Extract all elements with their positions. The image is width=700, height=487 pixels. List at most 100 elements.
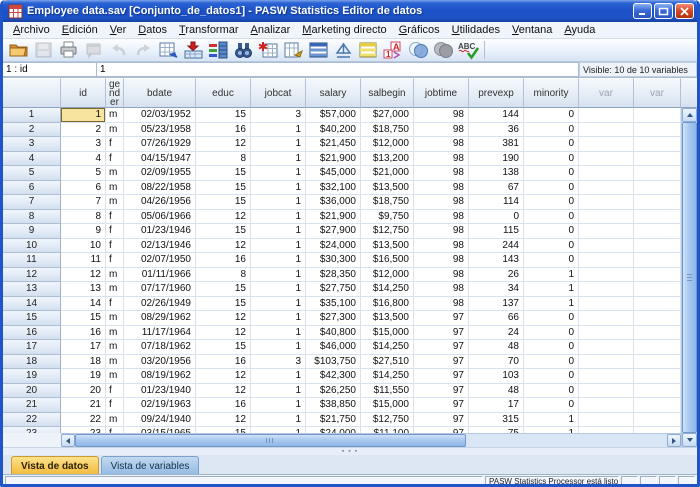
- cell-var2[interactable]: [634, 137, 681, 152]
- cell-salary[interactable]: $36,000: [306, 195, 361, 210]
- variables-icon[interactable]: [206, 40, 231, 61]
- menu-archivo[interactable]: Archivo: [7, 23, 56, 37]
- cell-salbegin[interactable]: $12,750: [361, 224, 414, 239]
- cell-var2[interactable]: [634, 297, 681, 312]
- cell-minority[interactable]: 0: [524, 108, 579, 123]
- row-header[interactable]: 20: [3, 384, 61, 399]
- row-header[interactable]: 13: [3, 282, 61, 297]
- cell-bdate[interactable]: 05/23/1958: [124, 123, 196, 138]
- cell-prevexp[interactable]: 36: [469, 123, 524, 138]
- cell-educ[interactable]: 12: [196, 311, 251, 326]
- cell-gender[interactable]: f: [106, 210, 124, 225]
- pane-splitter[interactable]: ▪ ▪ ▪: [3, 447, 697, 455]
- row-header[interactable]: 9: [3, 224, 61, 239]
- row-header[interactable]: 6: [3, 181, 61, 196]
- cell-bdate[interactable]: 08/29/1962: [124, 311, 196, 326]
- vertical-scrollbar[interactable]: [681, 108, 697, 447]
- cell-prevexp[interactable]: 114: [469, 195, 524, 210]
- cell-gender[interactable]: m: [106, 326, 124, 341]
- cell-minority[interactable]: 0: [524, 239, 579, 254]
- cell-var1[interactable]: [579, 210, 634, 225]
- cell-var1[interactable]: [579, 108, 634, 123]
- spell-check-icon[interactable]: ABC: [456, 40, 481, 61]
- cell-educ[interactable]: 15: [196, 340, 251, 355]
- column-header-educ[interactable]: educ: [196, 78, 251, 108]
- horizontal-scrollbar[interactable]: [61, 433, 681, 447]
- cell-id[interactable]: 2: [61, 123, 106, 138]
- cell-jobcat[interactable]: 3: [251, 355, 306, 370]
- cell-jobcat[interactable]: 1: [251, 137, 306, 152]
- cell-id[interactable]: 11: [61, 253, 106, 268]
- cell-jobcat[interactable]: 1: [251, 239, 306, 254]
- cell-salary[interactable]: $38,850: [306, 398, 361, 413]
- cell-var1[interactable]: [579, 239, 634, 254]
- cell-jobtime[interactable]: 98: [414, 195, 469, 210]
- cell-jobtime[interactable]: 98: [414, 123, 469, 138]
- row-header[interactable]: 1: [3, 108, 61, 123]
- cell-prevexp[interactable]: 48: [469, 340, 524, 355]
- column-header-jobtime[interactable]: jobtime: [414, 78, 469, 108]
- cell-minority[interactable]: 1: [524, 282, 579, 297]
- cell-var1[interactable]: [579, 166, 634, 181]
- cell-id[interactable]: 5: [61, 166, 106, 181]
- cell-salary[interactable]: $57,000: [306, 108, 361, 123]
- cell-prevexp[interactable]: 70: [469, 355, 524, 370]
- cell-bdate[interactable]: 04/15/1947: [124, 152, 196, 167]
- cell-var2[interactable]: [634, 195, 681, 210]
- cell-var2[interactable]: [634, 384, 681, 399]
- cell-jobtime[interactable]: 97: [414, 311, 469, 326]
- menu-ventana[interactable]: Ventana: [506, 23, 558, 37]
- column-header-var2[interactable]: var: [634, 78, 681, 108]
- cell-salbegin[interactable]: $12,000: [361, 137, 414, 152]
- row-header[interactable]: 22: [3, 413, 61, 428]
- cell-id[interactable]: 1: [61, 108, 106, 123]
- cell-jobcat[interactable]: 1: [251, 224, 306, 239]
- cell-prevexp[interactable]: 190: [469, 152, 524, 167]
- cell-educ[interactable]: 16: [196, 253, 251, 268]
- row-header[interactable]: 15: [3, 311, 61, 326]
- scroll-up-arrow[interactable]: [682, 108, 697, 122]
- cell-minority[interactable]: 1: [524, 268, 579, 283]
- cell-gender[interactable]: f: [106, 239, 124, 254]
- cell-salbegin[interactable]: $9,750: [361, 210, 414, 225]
- cell-bdate[interactable]: 03/20/1956: [124, 355, 196, 370]
- close-button[interactable]: [675, 3, 694, 19]
- row-header[interactable]: 8: [3, 210, 61, 225]
- cell-var1[interactable]: [579, 224, 634, 239]
- value-labels-icon[interactable]: A1: [381, 40, 406, 61]
- cell-salary[interactable]: $35,100: [306, 297, 361, 312]
- cell-minority[interactable]: 0: [524, 137, 579, 152]
- cell-salary[interactable]: $26,250: [306, 384, 361, 399]
- cell-jobcat[interactable]: 1: [251, 297, 306, 312]
- cell-minority[interactable]: 0: [524, 195, 579, 210]
- cell-salary[interactable]: $27,900: [306, 224, 361, 239]
- cell-var1[interactable]: [579, 137, 634, 152]
- cell-bdate[interactable]: 09/24/1940: [124, 413, 196, 428]
- cell-var2[interactable]: [634, 340, 681, 355]
- cell-jobtime[interactable]: 98: [414, 297, 469, 312]
- cell-prevexp[interactable]: 24: [469, 326, 524, 341]
- cell-minority[interactable]: 0: [524, 181, 579, 196]
- cell-prevexp[interactable]: 103: [469, 369, 524, 384]
- cell-jobtime[interactable]: 98: [414, 224, 469, 239]
- cell-var2[interactable]: [634, 398, 681, 413]
- cell-salary[interactable]: $42,300: [306, 369, 361, 384]
- cell-bdate[interactable]: 01/11/1966: [124, 268, 196, 283]
- cell-educ[interactable]: 12: [196, 384, 251, 399]
- cell-var1[interactable]: [579, 123, 634, 138]
- cell-prevexp[interactable]: 34: [469, 282, 524, 297]
- cell-prevexp[interactable]: 0: [469, 210, 524, 225]
- cell-gender[interactable]: m: [106, 369, 124, 384]
- cell-jobtime[interactable]: 98: [414, 210, 469, 225]
- cell-salary[interactable]: $45,000: [306, 166, 361, 181]
- cell-bdate[interactable]: 02/13/1946: [124, 239, 196, 254]
- cell-salbegin[interactable]: $11,550: [361, 384, 414, 399]
- cell-jobcat[interactable]: 1: [251, 311, 306, 326]
- cell-prevexp[interactable]: 26: [469, 268, 524, 283]
- cell-salbegin[interactable]: $12,000: [361, 268, 414, 283]
- cell-jobtime[interactable]: 97: [414, 340, 469, 355]
- cell-bdate[interactable]: 02/26/1949: [124, 297, 196, 312]
- cell-var2[interactable]: [634, 369, 681, 384]
- row-header[interactable]: 7: [3, 195, 61, 210]
- cell-educ[interactable]: 15: [196, 166, 251, 181]
